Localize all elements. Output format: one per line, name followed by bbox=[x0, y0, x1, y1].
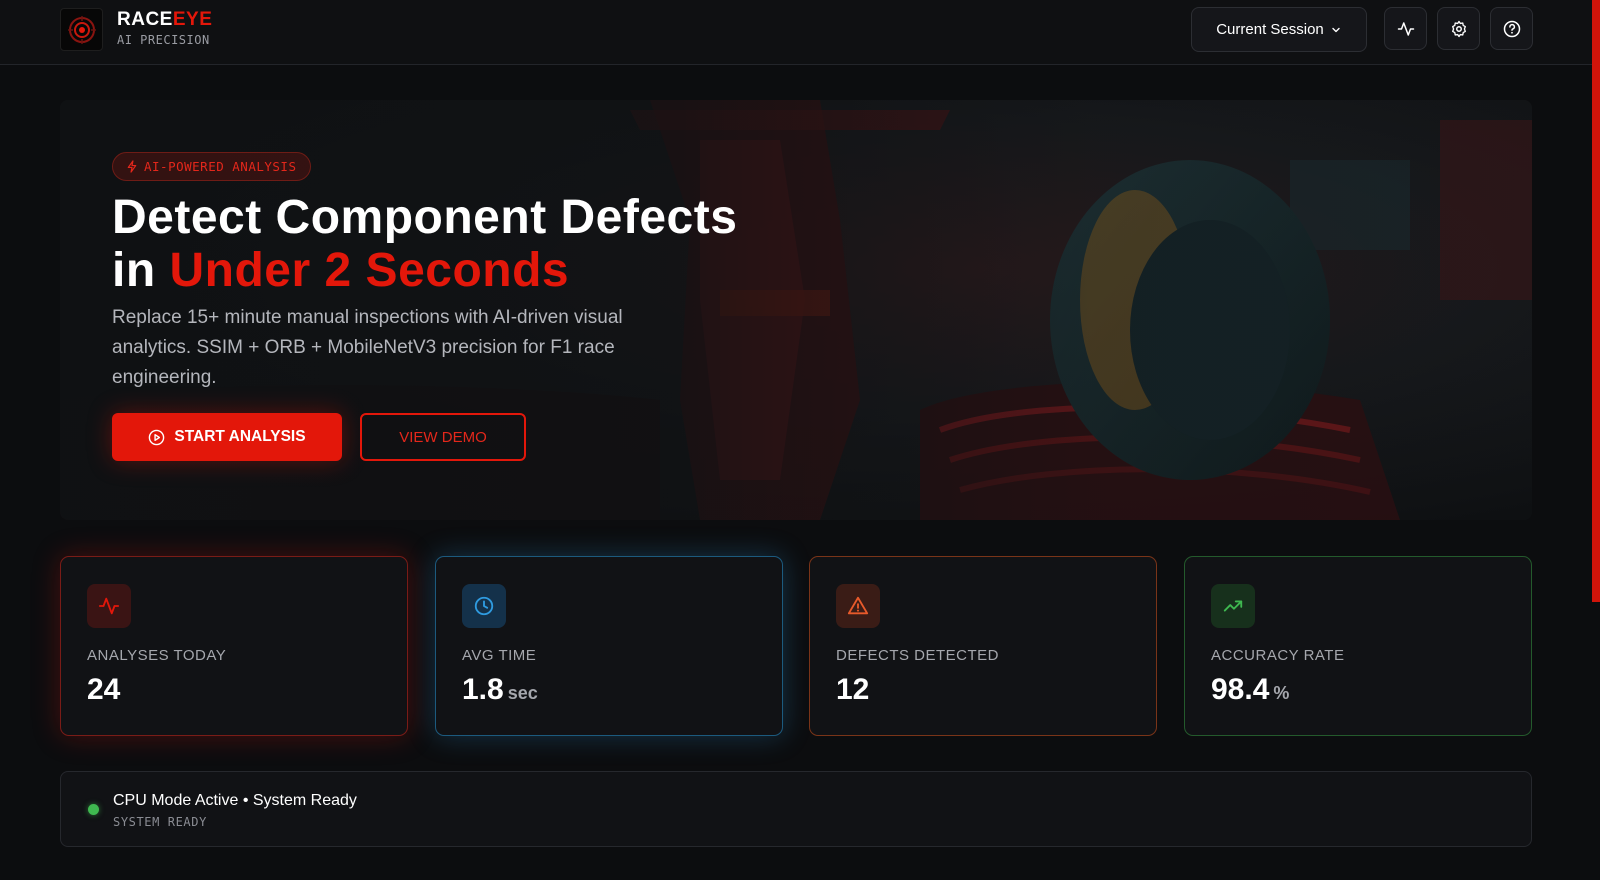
system-status-bar: CPU Mode Active • System Ready SYSTEM RE… bbox=[60, 771, 1532, 847]
stat-icon-box bbox=[87, 584, 131, 628]
logo-icon bbox=[67, 15, 96, 44]
activity-button[interactable] bbox=[1384, 7, 1427, 50]
play-circle-icon bbox=[149, 429, 165, 445]
chevron-down-icon bbox=[1332, 27, 1340, 32]
hero-content: AI-POWERED ANALYSIS Detect Component Def… bbox=[112, 152, 812, 461]
brand-name-part1: RACE bbox=[117, 9, 173, 30]
stat-card-defects: DEFECTS DETECTED 12 bbox=[809, 556, 1157, 736]
activity-icon bbox=[98, 597, 120, 615]
settings-button[interactable] bbox=[1437, 7, 1480, 50]
stat-card-avg-time: AVG TIME 1.8 sec bbox=[435, 556, 783, 736]
stat-icon-box bbox=[836, 584, 880, 628]
stat-label: DEFECTS DETECTED bbox=[836, 647, 1000, 664]
brand-name-part2: EYE bbox=[172, 9, 213, 30]
brand-subtitle: AI PRECISION bbox=[117, 33, 210, 47]
headline-highlight: Under 2 Seconds bbox=[169, 244, 570, 297]
gear-icon bbox=[1451, 20, 1466, 37]
lightning-icon bbox=[127, 160, 137, 173]
scrollbar[interactable] bbox=[1592, 0, 1600, 602]
ai-badge-label: AI-POWERED ANALYSIS bbox=[144, 159, 297, 174]
start-analysis-button[interactable]: START ANALYSIS bbox=[112, 413, 342, 461]
stat-value: 24 bbox=[87, 673, 120, 707]
stat-label: ANALYSES TODAY bbox=[87, 647, 227, 664]
trending-up-icon bbox=[1223, 600, 1243, 612]
stat-icon-box bbox=[462, 584, 506, 628]
stat-card-accuracy: ACCURACY RATE 98.4% bbox=[1184, 556, 1532, 736]
help-button[interactable] bbox=[1490, 7, 1533, 50]
activity-icon bbox=[1397, 21, 1414, 36]
headline-line-1: Detect Component Defects bbox=[112, 191, 738, 244]
stat-number: 1.8 bbox=[462, 673, 504, 706]
clock-icon bbox=[474, 596, 494, 616]
ai-badge: AI-POWERED ANALYSIS bbox=[112, 152, 311, 181]
stat-label: AVG TIME bbox=[462, 647, 537, 664]
session-dropdown[interactable]: Current Session bbox=[1191, 7, 1367, 52]
view-demo-button[interactable]: VIEW DEMO bbox=[360, 413, 526, 461]
hero-description: Replace 15+ minute manual inspections wi… bbox=[112, 307, 623, 388]
stat-unit: % bbox=[1273, 683, 1290, 703]
status-message: CPU Mode Active • System Ready bbox=[113, 792, 357, 809]
stat-unit: sec bbox=[507, 683, 538, 703]
stat-number: 24 bbox=[87, 673, 121, 706]
stat-icon-box bbox=[1211, 584, 1255, 628]
hero-banner: AI-POWERED ANALYSIS Detect Component Def… bbox=[60, 100, 1532, 520]
help-icon bbox=[1503, 20, 1520, 37]
start-analysis-label: START ANALYSIS bbox=[174, 428, 306, 445]
brand-name: RACEEYE bbox=[117, 9, 212, 31]
session-label: Current Session bbox=[1216, 21, 1324, 38]
stat-value: 98.4% bbox=[1211, 673, 1289, 707]
stat-card-analyses: ANALYSES TODAY 24 bbox=[60, 556, 408, 736]
warning-icon bbox=[847, 596, 869, 615]
hero-actions: START ANALYSIS VIEW DEMO bbox=[112, 413, 812, 461]
stat-value: 12 bbox=[836, 673, 869, 707]
status-subtext: SYSTEM READY bbox=[113, 815, 207, 829]
brand: RACEEYE AI PRECISION bbox=[117, 9, 212, 47]
stat-value: 1.8 sec bbox=[462, 673, 538, 707]
stat-number: 98.4 bbox=[1211, 673, 1270, 706]
headline-line-2-prefix: in bbox=[112, 244, 170, 297]
hero-headline: Detect Component Defects in Under 2 Seco… bbox=[112, 191, 812, 297]
top-bar: RACEEYE AI PRECISION Current Session bbox=[0, 0, 1600, 65]
stat-number: 12 bbox=[836, 673, 870, 706]
status-indicator-dot bbox=[88, 804, 99, 815]
view-demo-label: VIEW DEMO bbox=[399, 428, 487, 446]
stat-label: ACCURACY RATE bbox=[1211, 647, 1345, 664]
logo[interactable] bbox=[60, 8, 103, 51]
headline-line-2: in Under 2 Seconds bbox=[112, 244, 812, 297]
